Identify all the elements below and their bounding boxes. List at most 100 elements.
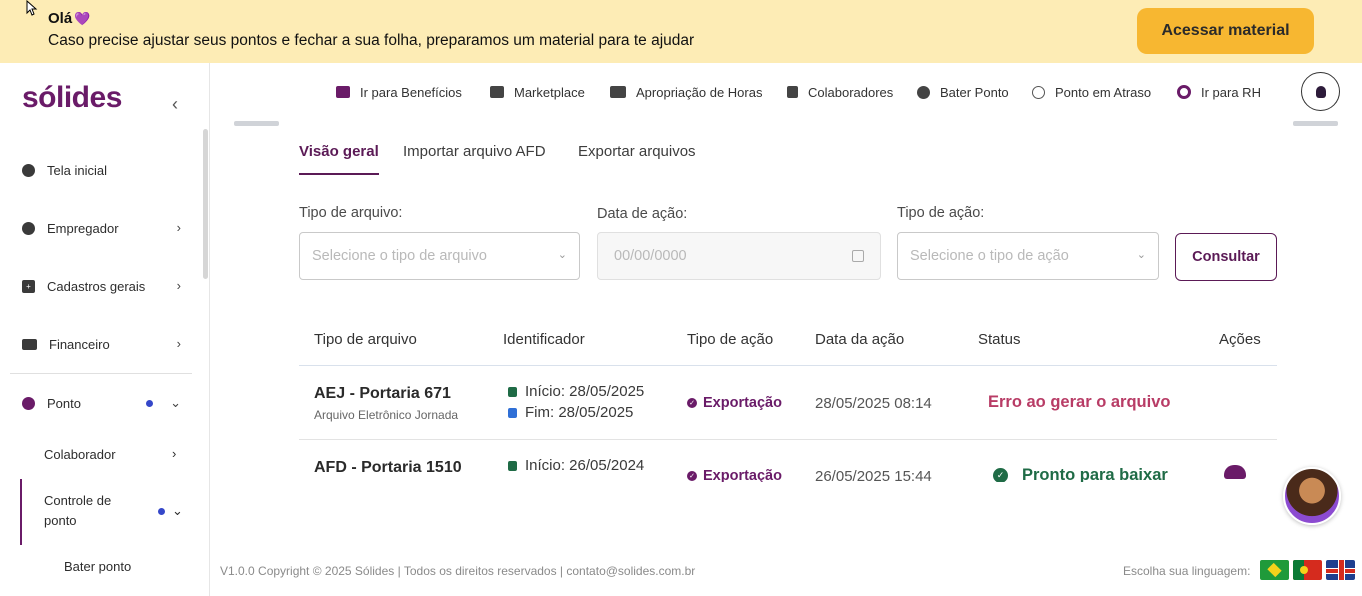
chevron-down-icon: ⌄ [170,395,181,410]
column-header-identificador: Identificador [503,331,585,348]
topnav-apropriacao-horas[interactable]: Apropriação de Horas [610,83,762,101]
collapse-sidebar-icon[interactable]: ‹ [172,95,186,113]
tab-exportar-arquivos[interactable]: Exportar arquivos [578,143,696,160]
active-tab-underline [299,173,379,175]
sidebar-item-cadastros-gerais[interactable]: + Cadastros gerais › [22,275,187,297]
chat-assistant-avatar[interactable] [1283,467,1341,525]
sidebar-item-label: Empregador [47,220,119,236]
column-header-data-acao: Data da ação [815,331,905,348]
topnav-label: Ir para Benefícios [360,84,462,100]
select-placeholder: Selecione o tipo de arquivo [312,248,487,264]
file-type-subtitle: Arquivo Eletrônico Jornada [314,408,459,422]
chevron-right-icon: › [176,336,181,351]
sidebar-scrollbar[interactable] [203,129,208,279]
globe-icon [22,163,35,177]
chevron-right-icon: › [172,446,177,461]
sidebar-divider [10,373,192,374]
identifier-end-text: Fim: 28/05/2025 [525,404,634,421]
tipo-acao-select[interactable]: Selecione o tipo de ação ⌄ [897,232,1159,280]
tab-visao-geral[interactable]: Visão geral [299,143,379,160]
solides-logo[interactable]: sólides [22,81,122,115]
user-profile-button[interactable] [1301,72,1340,111]
action-type-text: Exportação [703,468,782,482]
filter-label-data-acao: Data de ação: [597,206,688,222]
status-ready: ✓ Pronto para baixar [993,466,1168,482]
action-type: ✓ Exportação [687,468,782,482]
filter-label-tipo-arquivo: Tipo de arquivo: [299,205,403,221]
action-date: 26/05/2025 15:44 [815,468,932,482]
column-header-status: Status [978,331,1021,348]
column-header-acoes: Ações [1219,331,1261,348]
tipo-arquivo-select[interactable]: Selecione o tipo de arquivo ⌄ [299,232,580,280]
topnav-ponto-em-atraso[interactable]: Ponto em Atraso [1032,83,1151,101]
flag-uk-icon[interactable] [1326,560,1355,580]
cart-icon [490,86,504,98]
banner-greeting: Olá 💜 [48,10,91,27]
identifier-start-text: Início: 26/05/2024 [525,457,645,474]
sidebar-item-tela-inicial[interactable]: Tela inicial [22,159,187,181]
chevron-right-icon: › [176,220,181,235]
action-type: ✓ Exportação [687,395,782,411]
flag-brazil-icon[interactable] [1260,560,1289,580]
heart-icon: 💜 [74,11,91,26]
language-label: Escolha sua linguagem: [1123,564,1251,578]
date-placeholder: 00/00/0000 [614,248,687,264]
sidebar-item-label: Financeiro [49,336,110,352]
footer-copyright: V1.0.0 Copyright © 2025 Sólides | Todos … [220,564,696,578]
check-circle-icon: ✓ [687,398,697,408]
wallet-icon [336,86,350,98]
sidebar-subitem-colaborador[interactable]: Colaborador [44,447,116,462]
calendar-end-icon [508,407,517,418]
access-material-button[interactable]: Acessar material [1137,8,1314,54]
column-header-tipo-acao: Tipo de ação [687,331,774,348]
sidebar-subitem-controle-de-ponto[interactable]: Controle de [44,493,111,508]
data-acao-input[interactable]: 00/00/0000 [597,232,881,280]
sidebar-subitem-controle-de-ponto-line2[interactable]: ponto [44,513,77,528]
sidebar-item-label: Cadastros gerais [47,278,146,294]
calendar-start-icon [508,386,517,397]
table-header-divider [299,365,1277,366]
identifier-end: Fim: 28/05/2025 [508,404,633,421]
topnav-marketplace[interactable]: Marketplace [490,83,585,101]
identifier-start: Início: 26/05/2024 [508,457,644,474]
chevron-right-icon: › [176,278,181,293]
topnav-colaboradores[interactable]: Colaboradores [787,83,893,101]
action-date: 28/05/2025 08:14 [815,395,932,412]
sidebar-item-financeiro[interactable]: Financeiro › [22,333,187,355]
filter-label-tipo-acao: Tipo de ação: [897,205,985,221]
horizontal-scroll-left[interactable] [234,121,279,126]
user-icon [1315,85,1326,98]
chevron-down-icon: ⌄ [557,249,567,261]
table-row: AFD - Portaria 1510 Início: 26/05/2024 ✓… [290,440,1290,482]
column-header-tipo-arquivo: Tipo de arquivo [314,331,417,348]
history-icon [1032,85,1045,99]
topnav-ir-para-rh[interactable]: Ir para RH [1177,83,1261,101]
check-circle-icon: ✓ [687,471,697,481]
calendar-start-icon [508,460,517,471]
topnav-bater-ponto[interactable]: Bater Ponto [917,83,1009,101]
horizontal-scroll-right[interactable] [1293,121,1338,126]
sidebar-item-label: Ponto [47,395,81,411]
money-icon [22,338,37,350]
tab-importar-afd[interactable]: Importar arquivo AFD [403,143,546,160]
identifier-start: Início: 28/05/2025 [508,383,644,400]
chevron-down-icon: ⌄ [1136,249,1146,261]
sidebar-item-empregador[interactable]: Empregador › [22,217,187,239]
sidebar-item-ponto[interactable]: Ponto ⌄ [22,392,187,414]
topnav-label: Bater Ponto [940,84,1009,100]
topnav-beneficios[interactable]: Ir para Benefícios [336,83,462,101]
download-cloud-icon[interactable] [1224,465,1246,479]
book-icon [787,86,798,98]
banner-message: Caso precise ajustar seus pontos e fecha… [48,32,695,49]
calendar-icon[interactable] [852,250,864,262]
flag-portugal-icon[interactable] [1293,560,1322,580]
clock-icon [917,85,930,99]
clock-icon [22,396,35,410]
consultar-button[interactable]: Consultar [1175,233,1277,281]
sidebar-subitem-bater-ponto[interactable]: Bater ponto [64,559,131,574]
topnav-label: Marketplace [514,84,585,100]
topnav-label: Colaboradores [808,84,894,100]
sidebar: sólides ‹ Tela inicial Empregador › + Ca… [0,63,210,596]
topnav-label: Ir para RH [1201,84,1261,100]
notification-dot [146,400,153,407]
